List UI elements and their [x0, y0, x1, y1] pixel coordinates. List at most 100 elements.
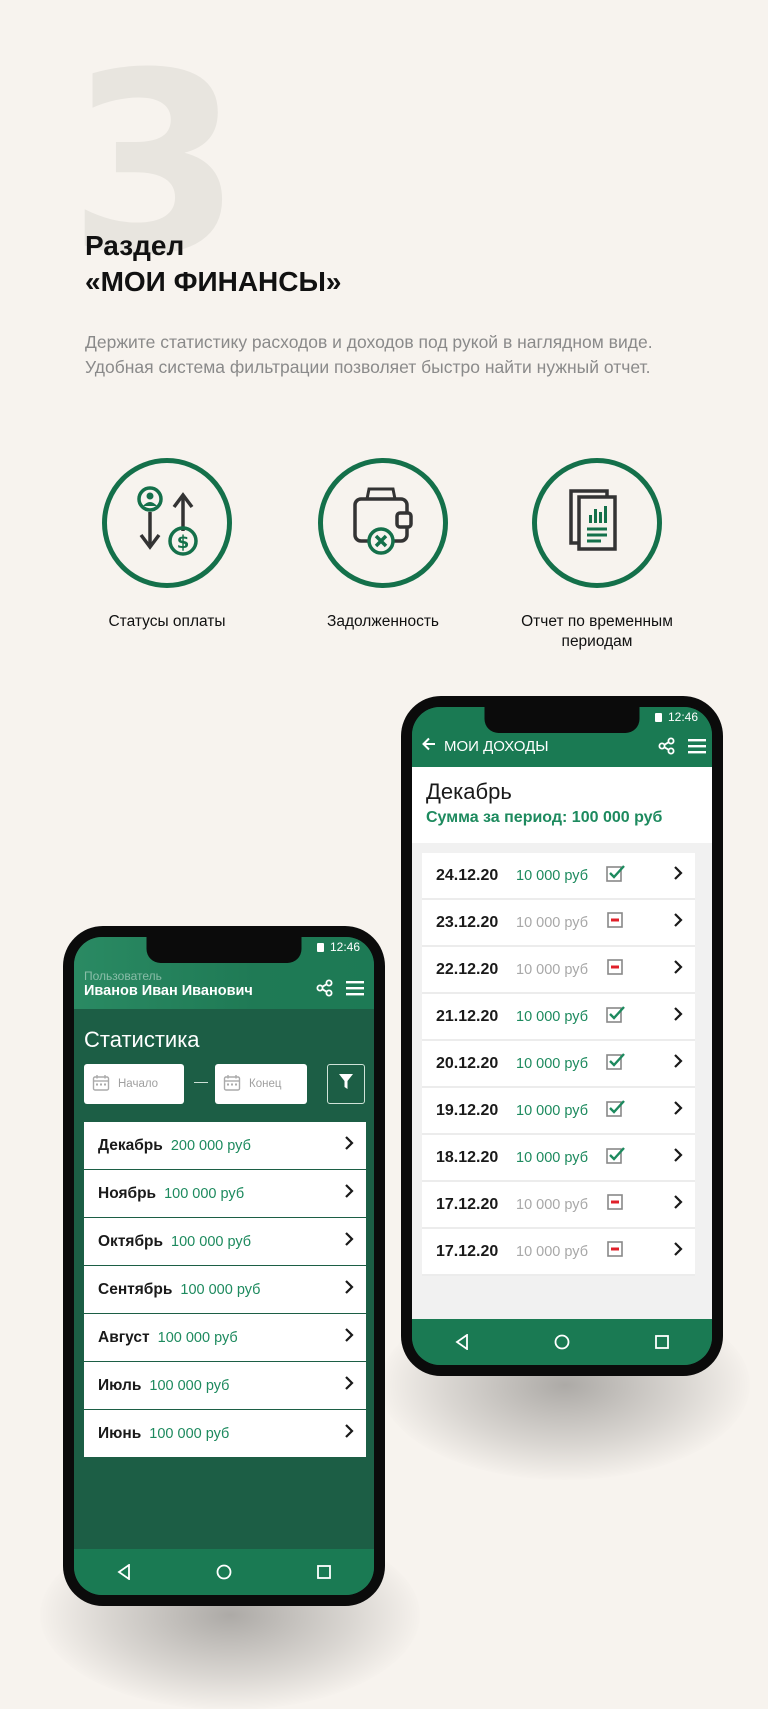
chevron-right-icon — [673, 1007, 683, 1026]
list-item[interactable]: Июль 100 000 руб — [84, 1362, 366, 1410]
period-sum: Сумма за период: 100 000 руб — [426, 809, 663, 826]
feature-label: Задолженность — [326, 613, 439, 630]
month-amount: 100 000 руб — [149, 1425, 230, 1442]
chevron-right-icon — [673, 1054, 683, 1073]
unpaid-status-icon — [606, 1240, 626, 1263]
menu-icon[interactable] — [688, 738, 706, 759]
unpaid-status-icon — [606, 958, 626, 981]
feature-label-line2: периодам — [561, 633, 633, 650]
month-name: Июнь — [98, 1424, 142, 1442]
status-bar: 12:46 — [316, 940, 360, 954]
list-item[interactable]: Ноябрь 100 000 руб — [84, 1170, 366, 1218]
list-item[interactable]: 18.12.20 10 000 руб — [422, 1135, 695, 1182]
period-summary: Декабрь Сумма за период: 100 000 руб — [412, 767, 712, 843]
day-amount: 10 000 руб — [516, 1243, 588, 1260]
feature-debt: Задолженность — [288, 458, 478, 632]
list-item[interactable]: 21.12.20 10 000 руб — [422, 994, 695, 1041]
day-amount: 10 000 руб — [516, 914, 588, 931]
day-list: 24.12.20 10 000 руб 23.12.20 10 000 руб 22.1… — [422, 853, 695, 1276]
list-item[interactable]: Август 100 000 руб — [84, 1314, 366, 1362]
list-item[interactable]: 17.12.20 10 000 руб — [422, 1182, 695, 1229]
day-amount: 10 000 руб — [516, 1149, 588, 1166]
end-date-placeholder: Конец — [249, 1078, 282, 1090]
chevron-right-icon — [344, 1376, 354, 1395]
month-amount: 100 000 руб — [164, 1185, 245, 1202]
status-bar: 12:46 — [654, 710, 698, 724]
list-item[interactable]: Декабрь 200 000 руб — [84, 1122, 366, 1170]
chevron-right-icon — [673, 1101, 683, 1120]
chevron-right-icon — [344, 1136, 354, 1155]
header-actions — [658, 737, 706, 760]
list-item[interactable]: 19.12.20 10 000 руб — [422, 1088, 695, 1135]
phone-notch — [484, 707, 640, 733]
back-nav-icon[interactable] — [104, 1552, 144, 1592]
list-item[interactable]: 22.12.20 10 000 руб — [422, 947, 695, 994]
phone-notch — [146, 937, 302, 963]
chevron-right-icon — [673, 1242, 683, 1261]
list-item[interactable]: Июнь 100 000 руб — [84, 1410, 366, 1458]
status-time: 12:46 — [667, 710, 698, 724]
home-nav-icon[interactable] — [204, 1552, 244, 1592]
month-name: Октябрь — [98, 1232, 164, 1250]
chevron-right-icon — [344, 1424, 354, 1443]
back-nav-icon[interactable] — [442, 1322, 482, 1362]
paid-check-icon — [606, 1052, 626, 1075]
unpaid-status-icon — [606, 1193, 626, 1216]
page-title: Статистика — [84, 1027, 200, 1052]
svg-text:$: $ — [177, 532, 190, 553]
list-item[interactable]: 23.12.20 10 000 руб — [422, 900, 695, 947]
list-item[interactable]: 20.12.20 10 000 руб — [422, 1041, 695, 1088]
period-month: Декабрь — [426, 779, 512, 804]
left-phone: 12:46 Пользователь Иванов Иван Иванович … — [63, 926, 385, 1606]
month-name: Сентябрь — [98, 1280, 173, 1298]
recents-nav-icon[interactable] — [642, 1322, 682, 1362]
paid-check-icon — [606, 1005, 626, 1028]
battery-icon — [654, 712, 662, 722]
month-amount: 100 000 руб — [180, 1281, 261, 1298]
chevron-right-icon — [344, 1232, 354, 1251]
share-icon[interactable] — [316, 979, 334, 1002]
wallet-debt-icon — [318, 458, 448, 588]
date-range-dash — [194, 1082, 208, 1083]
section-title-line1: Раздел — [85, 230, 185, 261]
header-title: МОИ ДОХОДЫ — [444, 737, 549, 755]
battery-icon — [316, 942, 324, 952]
system-navbar — [74, 1549, 374, 1595]
month-name: Ноябрь — [98, 1184, 157, 1202]
paid-check-icon — [606, 864, 626, 887]
section-description: Держите статистику расходов и доходов по… — [85, 330, 653, 380]
unpaid-status-icon — [606, 911, 626, 934]
list-item[interactable]: Сентябрь 100 000 руб — [84, 1266, 366, 1314]
day-date: 18.12.20 — [436, 1148, 499, 1166]
list-item[interactable]: 24.12.20 10 000 руб — [422, 853, 695, 900]
recents-nav-icon[interactable] — [304, 1552, 344, 1592]
day-date: 22.12.20 — [436, 960, 499, 978]
home-nav-icon[interactable] — [542, 1322, 582, 1362]
day-date: 20.12.20 — [436, 1054, 499, 1072]
month-name: Август — [98, 1328, 150, 1346]
day-amount: 10 000 руб — [516, 1196, 588, 1213]
description-line1: Держите статистику расходов и доходов по… — [85, 332, 653, 352]
payment-status-icon: $ — [102, 458, 232, 588]
calendar-icon — [92, 1074, 110, 1095]
day-amount: 10 000 руб — [516, 1102, 588, 1119]
chevron-right-icon — [344, 1280, 354, 1299]
filter-button[interactable] — [327, 1064, 365, 1104]
menu-icon[interactable] — [346, 980, 364, 1001]
paid-check-icon — [606, 1146, 626, 1169]
start-date-input[interactable]: Начало — [84, 1064, 184, 1104]
end-date-input[interactable]: Конец — [215, 1064, 307, 1104]
day-amount: 10 000 руб — [516, 1008, 588, 1025]
day-amount: 10 000 руб — [516, 867, 588, 884]
back-button[interactable]: МОИ ДОХОДЫ — [422, 737, 549, 755]
feature-label-line1: Отчет по временным — [521, 613, 673, 630]
day-list-area: 24.12.20 10 000 руб 23.12.20 10 000 руб 22.1… — [412, 843, 712, 1319]
list-item[interactable]: Октябрь 100 000 руб — [84, 1218, 366, 1266]
start-date-placeholder: Начало — [118, 1078, 159, 1090]
user-name: Иванов Иван Иванович — [84, 983, 253, 999]
share-icon[interactable] — [658, 737, 676, 760]
month-list: Декабрь 200 000 руб Ноябрь 100 000 руб Окт… — [84, 1122, 366, 1458]
feature-label: Отчет по временным периодам — [502, 612, 692, 652]
chevron-right-icon — [673, 1148, 683, 1167]
list-item[interactable]: 17.12.20 10 000 руб — [422, 1229, 695, 1276]
